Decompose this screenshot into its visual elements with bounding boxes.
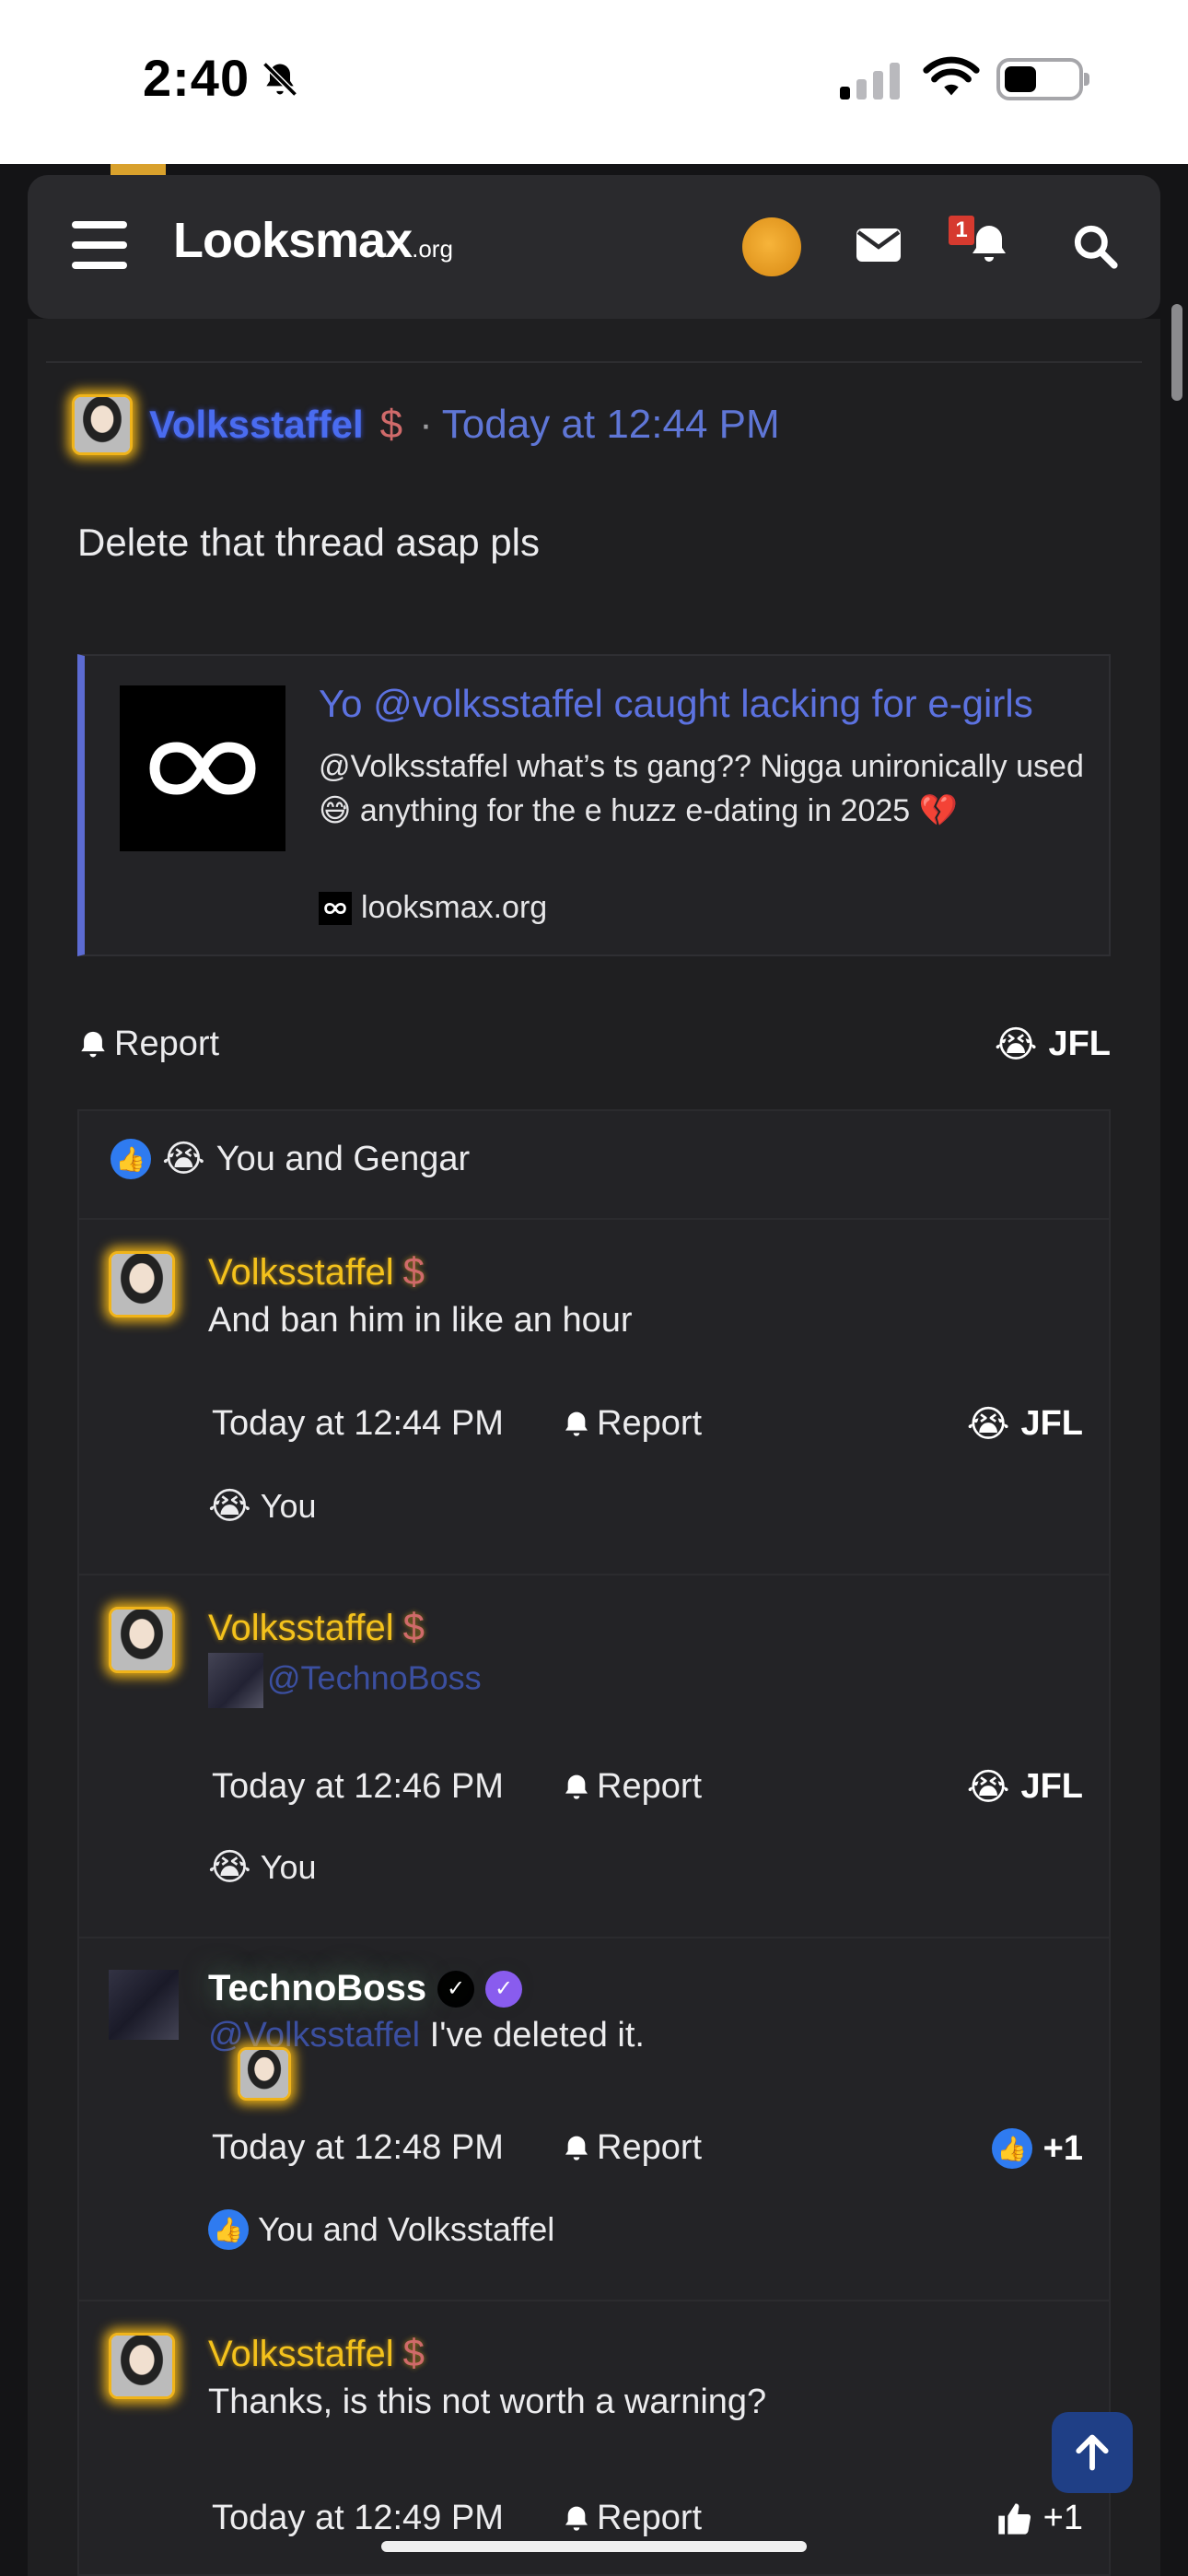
reply-actions: Today at 12:44 PM Report 😭 JFL	[212, 1404, 1083, 1450]
list-item: TechnoBoss ✓ ✓ @Volksstaffel I've delete…	[79, 1937, 1109, 2300]
reply-time[interactable]: Today at 12:48 PM	[212, 2128, 504, 2168]
reaction-button[interactable]: 👍 +1	[991, 2128, 1083, 2169]
reaction-button[interactable]: 😭 JFL	[995, 1025, 1111, 1064]
search-icon[interactable]	[1072, 223, 1118, 269]
silent-mode-icon	[262, 62, 297, 97]
comments-section: 👍 😭 You and Gengar Volksstaffel $ And ban…	[77, 1109, 1111, 2576]
page-scrollbar[interactable]	[1171, 304, 1182, 401]
user-avatar[interactable]	[742, 217, 801, 276]
crying-laughing-icon: 😭	[966, 1766, 1010, 1808]
dollar-icon: $	[402, 1249, 425, 1293]
thumbs-up-icon: 👍	[208, 2209, 249, 2250]
avatar[interactable]	[109, 2333, 175, 2399]
verified-badge-icon: ✓	[485, 1970, 523, 2008]
list-item: Volksstaffel $ @TechnoBoss Today at 12:46…	[79, 1574, 1109, 1937]
embed-site: looksmax.org	[319, 890, 547, 926]
reply-text: @Volksstaffel I've deleted it.	[208, 2016, 645, 2101]
avatar[interactable]	[109, 1251, 175, 1317]
post-body: Delete that thread asap pls	[77, 521, 540, 564]
reply-time[interactable]: Today at 12:44 PM	[212, 1404, 504, 1444]
scroll-to-top-button[interactable]	[1052, 2412, 1133, 2493]
reply-actions: Today at 12:46 PM Report 😭 JFL	[212, 1767, 1083, 1813]
check-badge-icon: ✓	[437, 1970, 475, 2008]
report-button[interactable]: Report	[562, 2499, 702, 2538]
list-item: Volksstaffel $ And ban him in like an hou…	[79, 1218, 1109, 1574]
bell-icon	[565, 1411, 588, 1436]
post-username[interactable]: Volksstaffel	[149, 403, 364, 447]
cellular-signal-icon	[840, 61, 900, 100]
thumbs-up-icon: 👍	[991, 2128, 1032, 2169]
bell-icon	[565, 2506, 588, 2531]
site-header: Looksmax.org 1	[28, 175, 1160, 319]
reply-username[interactable]: Volksstaffel $	[208, 1605, 425, 1649]
reaction-button[interactable]: 😭 JFL	[967, 1404, 1083, 1444]
reply-actions: Today at 12:49 PM Report +1	[212, 2499, 1083, 2545]
report-button[interactable]: Report	[562, 1404, 702, 1444]
arrow-up-icon	[1076, 2434, 1109, 2471]
report-button[interactable]: Report	[562, 1767, 702, 1807]
home-indicator[interactable]	[381, 2541, 807, 2552]
reply-text: Thanks, is this not worth a warning?	[208, 2383, 767, 2421]
reply-time[interactable]: Today at 12:49 PM	[212, 2499, 504, 2538]
link-embed[interactable]: Yo @volksstaffel caught lacking for e-gi…	[77, 654, 1111, 956]
avatar[interactable]	[109, 1607, 175, 1673]
post-header: Volksstaffel $ · Today at 12:44 PM	[72, 392, 780, 457]
thumbs-up-icon: 👍	[111, 1139, 151, 1179]
site-favicon-icon	[319, 891, 352, 925]
battery-icon	[996, 58, 1089, 100]
previous-avatar-edge	[111, 164, 166, 175]
report-button[interactable]: Report	[77, 1025, 1111, 1064]
crying-laughing-icon: 😭	[994, 1024, 1038, 1065]
thumbs-up-icon	[998, 2502, 1031, 2535]
post-actions: Report 😭 JFL	[77, 1025, 1111, 1071]
mention-link[interactable]: @TechnoBoss	[267, 1659, 482, 1697]
bell-icon	[81, 1031, 105, 1057]
wifi-icon	[923, 56, 980, 96]
reply-username[interactable]: Volksstaffel $	[208, 2331, 425, 2375]
reply-text: @TechnoBoss	[208, 1653, 482, 1708]
embed-description: @Volksstaffel what’s ts gang?? Nigga uni…	[319, 749, 1084, 828]
reaction-button[interactable]: 😭 JFL	[967, 1767, 1083, 1807]
reply-username[interactable]: TechnoBoss ✓ ✓	[208, 1968, 523, 2009]
mention-avatar	[238, 2047, 291, 2101]
mail-icon[interactable]	[856, 228, 901, 263]
site-logo[interactable]: Looksmax.org	[173, 212, 453, 269]
crying-laughing-icon: 😭	[162, 1139, 205, 1179]
reply-username[interactable]: Volksstaffel $	[208, 1249, 425, 1294]
reactions-summary[interactable]: 😭 You	[208, 1848, 317, 1887]
post-date[interactable]: · Today at 12:44 PM	[419, 402, 780, 448]
reply-text: And ban him in like an hour	[208, 1301, 633, 1340]
crying-laughing-icon: 😭	[966, 1403, 1010, 1445]
reactions-summary[interactable]: 👍 You and Volksstaffel	[208, 2209, 554, 2250]
avatar[interactable]	[109, 1970, 179, 2040]
list-item: Volksstaffel $ Thanks, is this not worth …	[79, 2300, 1109, 2576]
report-button[interactable]: Report	[562, 2128, 702, 2168]
embed-thumbnail	[120, 685, 285, 851]
dollar-icon: $	[402, 1605, 425, 1648]
dollar-icon: $	[379, 402, 403, 447]
notification-badge: 1	[949, 216, 974, 245]
divider	[46, 361, 1142, 363]
avatar[interactable]	[72, 394, 133, 455]
crying-laughing-icon: 😭	[208, 1486, 251, 1527]
status-bar: 2:40	[0, 0, 1188, 164]
status-time: 2:40	[143, 49, 250, 107]
crying-laughing-icon: 😭	[208, 1847, 251, 1888]
bell-icon	[565, 2136, 588, 2160]
mention-avatar	[208, 1653, 263, 1708]
bell-icon	[565, 1774, 588, 1799]
menu-icon[interactable]	[72, 221, 127, 269]
reply-actions: Today at 12:48 PM Report 👍 +1	[212, 2128, 1083, 2174]
reply-time[interactable]: Today at 12:46 PM	[212, 1767, 504, 1807]
reaction-button[interactable]: +1	[996, 2499, 1083, 2538]
embed-site-name: looksmax.org	[361, 890, 548, 925]
reactions-summary[interactable]: 👍 😭 You and Gengar	[111, 1139, 470, 1179]
embed-title[interactable]: Yo @volksstaffel caught lacking for e-gi…	[319, 682, 1092, 726]
reactions-summary[interactable]: 😭 You	[208, 1487, 317, 1526]
dollar-icon: $	[402, 2331, 425, 2374]
infinity-logo-icon	[149, 742, 256, 795]
